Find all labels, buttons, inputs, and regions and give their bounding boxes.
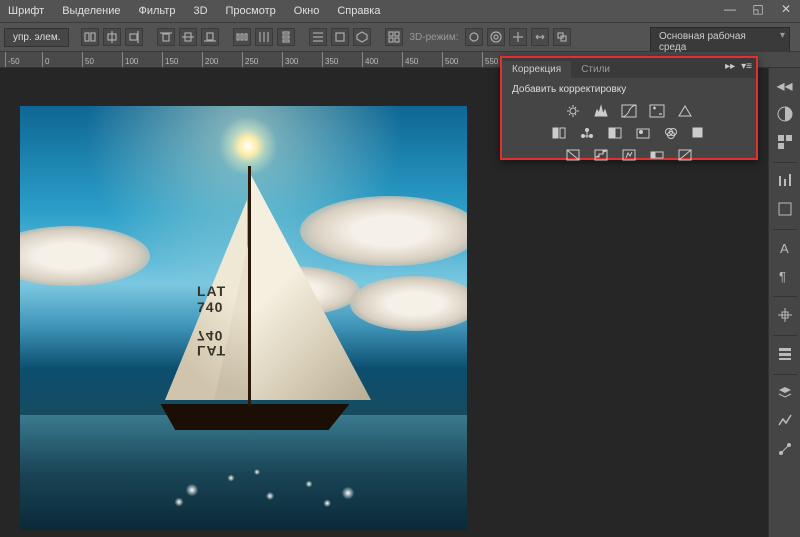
distribute-h-icon[interactable] xyxy=(233,28,251,46)
menu-3d[interactable]: 3D xyxy=(193,5,207,17)
ruler-tick: 250 xyxy=(242,52,258,68)
ruler-tick: 300 xyxy=(282,52,298,68)
menu-bar: Шрифт Выделение Фильтр 3D Просмотр Окно … xyxy=(0,0,800,22)
distribute-hc-icon[interactable] xyxy=(255,28,273,46)
paths-icon[interactable] xyxy=(773,437,797,461)
3d-roll-icon[interactable] xyxy=(487,28,505,46)
styles-icon[interactable] xyxy=(773,197,797,221)
options-bar: упр. элем. 3D-режим: Основная рабочая ср… xyxy=(0,22,800,52)
distribute-v-icon[interactable] xyxy=(277,28,295,46)
menu-window[interactable]: Окно xyxy=(294,5,320,17)
distribute-vc-icon[interactable] xyxy=(309,28,327,46)
photo-filter-icon[interactable] xyxy=(634,125,652,141)
align-right-icon[interactable] xyxy=(125,28,143,46)
tab-styles[interactable]: Стили xyxy=(571,61,620,78)
image-sparkle xyxy=(140,460,400,520)
right-dock: ◂◂ A ¶ xyxy=(768,68,800,537)
ruler-tick: 450 xyxy=(402,52,418,68)
black-white-icon[interactable] xyxy=(606,125,624,141)
panel-title: Добавить корректировку xyxy=(512,84,746,95)
close-icon[interactable]: ✕ xyxy=(778,2,794,16)
svg-text:¶: ¶ xyxy=(779,269,786,284)
posterize-icon[interactable] xyxy=(592,147,610,163)
dock-separator xyxy=(773,374,797,375)
ruler-tick: 500 xyxy=(442,52,458,68)
menu-view[interactable]: Просмотр xyxy=(226,5,276,17)
document-canvas[interactable]: LAT 740 LAT 740 xyxy=(20,106,467,530)
3d-pan-icon[interactable] xyxy=(509,28,527,46)
dock-separator xyxy=(773,335,797,336)
gradient-map-icon[interactable] xyxy=(648,147,666,163)
align-top-icon[interactable] xyxy=(157,28,175,46)
curves-icon[interactable] xyxy=(620,103,638,119)
swatches-icon[interactable] xyxy=(773,130,797,154)
ruler-tick: 400 xyxy=(362,52,378,68)
image-boat-hull xyxy=(150,404,360,430)
ruler-tick: 100 xyxy=(122,52,138,68)
align-middle-icon[interactable] xyxy=(179,28,197,46)
adjustments-icon[interactable] xyxy=(773,169,797,193)
panel-collapse-icon[interactable]: ▸▸ xyxy=(725,61,735,72)
channels-icon[interactable] xyxy=(773,409,797,433)
more-options-icon[interactable] xyxy=(385,28,403,46)
character-icon[interactable]: A xyxy=(773,236,797,260)
ruler-tick: 550 xyxy=(482,52,498,68)
navigator-icon[interactable] xyxy=(773,303,797,327)
menu-filter[interactable]: Фильтр xyxy=(139,5,176,17)
channel-mixer-icon[interactable] xyxy=(662,125,680,141)
tab-adjustments[interactable]: Коррекция xyxy=(502,61,571,78)
3d-slide-icon[interactable] xyxy=(531,28,549,46)
ruler-tick: 50 xyxy=(82,52,94,68)
3d-mode-label: 3D-режим: xyxy=(409,32,458,43)
align-center-icon[interactable] xyxy=(103,28,121,46)
minimize-icon[interactable]: — xyxy=(722,2,738,16)
history-icon[interactable] xyxy=(773,342,797,366)
image-mast xyxy=(248,166,251,406)
dock-separator xyxy=(773,162,797,163)
dock-separator xyxy=(773,229,797,230)
dock-separator xyxy=(773,296,797,297)
layers-icon[interactable] xyxy=(773,381,797,405)
panel-menu-icon[interactable]: ▾≡ xyxy=(741,61,752,72)
exposure-icon[interactable] xyxy=(648,103,666,119)
sail-registration: LAT 740 xyxy=(197,284,226,315)
selective-color-icon[interactable] xyxy=(676,147,694,163)
expand-dock-icon[interactable]: ◂◂ xyxy=(773,74,797,98)
ruler-tick: 0 xyxy=(42,52,49,68)
vibrance-icon[interactable] xyxy=(676,103,694,119)
brightness-contrast-icon[interactable] xyxy=(564,103,582,119)
levels-icon[interactable] xyxy=(592,103,610,119)
invert-icon[interactable] xyxy=(564,147,582,163)
ruler-tick: 200 xyxy=(202,52,218,68)
tool-preset[interactable]: упр. элем. xyxy=(4,28,69,47)
ruler-tick: -50 xyxy=(5,52,20,68)
hue-saturation-icon[interactable] xyxy=(550,125,568,141)
color-lookup-icon[interactable] xyxy=(690,125,708,141)
menu-select[interactable]: Выделение xyxy=(62,5,120,17)
menu-help[interactable]: Справка xyxy=(337,5,380,17)
menu-font[interactable]: Шрифт xyxy=(8,5,44,17)
color-picker-icon[interactable] xyxy=(773,102,797,126)
maximize-icon[interactable]: ◱ xyxy=(750,2,766,16)
paragraph-icon[interactable]: ¶ xyxy=(773,264,797,288)
ruler-tick: 150 xyxy=(162,52,178,68)
image-cloud xyxy=(300,196,467,266)
align-edges-icon[interactable] xyxy=(81,28,99,46)
color-balance-icon[interactable] xyxy=(578,125,596,141)
3d-controls-icon[interactable] xyxy=(353,28,371,46)
sail-registration-mirror: LAT 740 xyxy=(197,327,226,358)
auto-align-icon[interactable] xyxy=(331,28,349,46)
3d-scale-icon[interactable] xyxy=(553,28,571,46)
adjustments-panel: Коррекция Стили ▸▸ ▾≡ Добавить корректир… xyxy=(500,56,758,160)
3d-rotate-icon[interactable] xyxy=(465,28,483,46)
threshold-icon[interactable] xyxy=(620,147,638,163)
svg-text:A: A xyxy=(780,241,789,256)
ruler-tick: 350 xyxy=(322,52,338,68)
align-bottom-icon[interactable] xyxy=(201,28,219,46)
